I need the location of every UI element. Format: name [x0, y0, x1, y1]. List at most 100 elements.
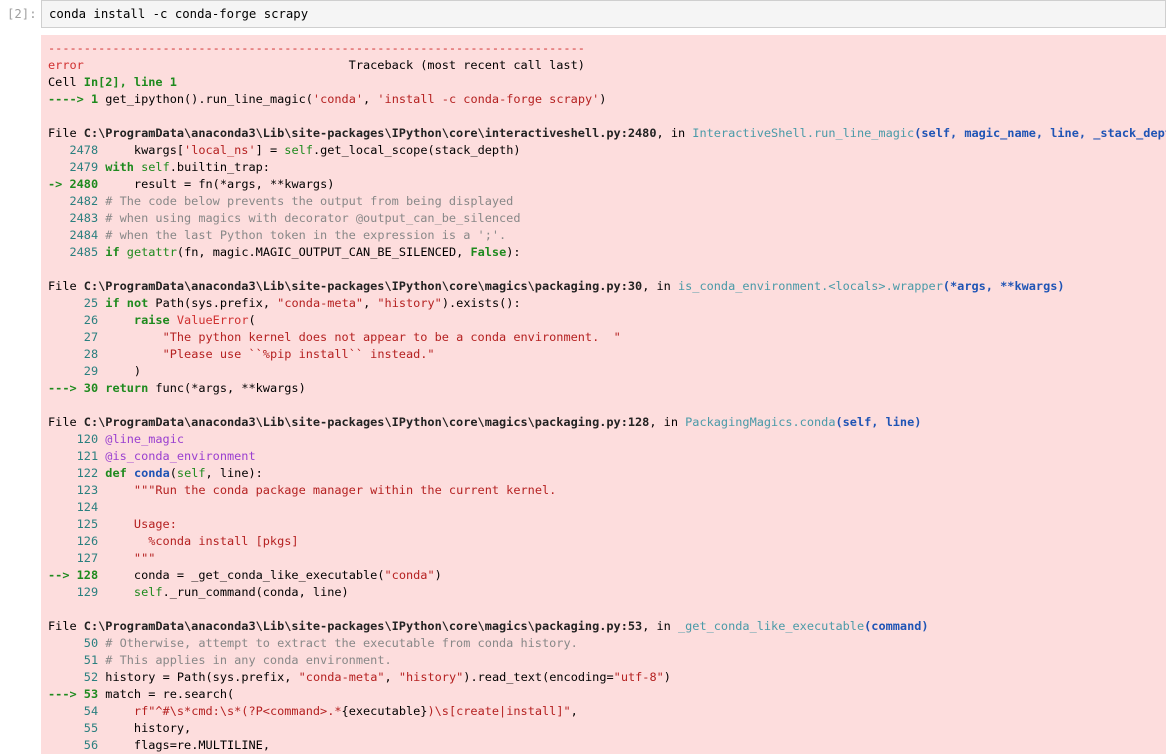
traceback: ----------------------------------------… [48, 40, 1166, 754]
traceback-token [105, 585, 134, 599]
traceback-token: ) [434, 568, 442, 582]
traceback-token: . [162, 585, 170, 599]
traceback-token: (self, line) [835, 415, 922, 429]
traceback-token: ----------------------------------------… [48, 41, 585, 55]
traceback-line: 123 """Run the conda package manager wit… [48, 482, 1166, 499]
traceback-line: ----> 1 get_ipython().run_line_magic('co… [48, 91, 1166, 108]
traceback-token: ( [248, 313, 256, 327]
traceback-token: C:\ProgramData\anaconda3\Lib\site-packag… [83, 619, 643, 633]
traceback-token: File [48, 279, 84, 293]
traceback-token: # Otherwise, attempt to extract the exec… [105, 636, 578, 650]
traceback-token: """ [105, 551, 156, 565]
traceback-token: File [48, 619, 84, 633]
traceback-token: ] [255, 143, 270, 157]
traceback-token [105, 313, 134, 327]
traceback-line: --> 128 conda = _get_conda_like_executab… [48, 567, 1166, 584]
traceback-token: 2479 [48, 160, 106, 174]
traceback-token: Usage: [105, 517, 177, 531]
traceback-token: , [570, 704, 578, 718]
traceback-token: ----> 1 [48, 92, 106, 106]
traceback-token: 55 [48, 721, 106, 735]
traceback-token: def [105, 466, 127, 480]
traceback-token: exists(): [456, 296, 521, 310]
code-input-area[interactable]: conda install -c conda-forge scrapy [41, 0, 1166, 28]
traceback-token: 26 [48, 313, 106, 327]
traceback-token: ValueError [176, 313, 249, 327]
traceback-token: (command) [864, 619, 929, 633]
traceback-line: 120 @line_magic [48, 431, 1166, 448]
traceback-token: C:\ProgramData\anaconda3\Lib\site-packag… [83, 279, 643, 293]
traceback-token: 51 [48, 653, 106, 667]
traceback-token: # This applies in any conda environment. [105, 653, 392, 667]
traceback-token: "Please use ``%pip install`` instead." [162, 347, 435, 361]
traceback-token: "utf-8" [613, 670, 664, 684]
traceback-token: if [105, 245, 120, 259]
traceback-line: 27 "The python kernel does not appear to… [48, 329, 1166, 346]
traceback-line: 2478 kwargs['local_ns'] = self.get_local… [48, 142, 1166, 159]
traceback-token: error [48, 58, 84, 72]
traceback-token: builtin_trap: [176, 160, 270, 174]
traceback-line: 126 %conda install [pkgs] [48, 533, 1166, 550]
traceback-token: Traceback (most recent call last) [83, 58, 585, 72]
traceback-token: kwargs) [284, 177, 335, 191]
traceback-token: 129 [48, 585, 106, 599]
traceback-token: prefix, [241, 670, 299, 684]
traceback-line: 121 @is_conda_environment [48, 448, 1166, 465]
traceback-token: with [105, 160, 134, 174]
traceback-token: (*args, **kwargs) [942, 279, 1065, 293]
traceback-token: _get_conda_like_executable( [184, 568, 385, 582]
traceback-line: 56 flags=re.MULTILINE, [48, 737, 1166, 754]
traceback-token: 28 [48, 347, 106, 361]
traceback-token: args, [227, 177, 270, 191]
traceback-token: 'local_ns' [184, 143, 256, 157]
traceback-token [105, 330, 162, 344]
traceback-token: C:\ProgramData\anaconda3\Lib\site-packag… [83, 126, 657, 140]
traceback-token: 124 [48, 500, 106, 514]
traceback-token: Path(sys [169, 670, 235, 684]
traceback-line [48, 261, 1166, 278]
traceback-token: (fn, magic [176, 245, 249, 259]
traceback-line: 25 if not Path(sys.prefix, "conda-meta",… [48, 295, 1166, 312]
traceback-token: 121 [48, 449, 106, 463]
input-prompt: [2]: [7, 7, 37, 21]
traceback-token: get_ipython() [105, 92, 199, 106]
traceback-token: , [384, 670, 399, 684]
traceback-line: 2479 with self.builtin_trap: [48, 159, 1166, 176]
traceback-line: 2485 if getattr(fn, magic.MAGIC_OUTPUT_C… [48, 244, 1166, 261]
traceback-token: . [176, 687, 185, 701]
traceback-line: File C:\ProgramData\anaconda3\Lib\site-p… [48, 618, 1166, 635]
code-input-text[interactable]: conda install -c conda-forge scrapy [49, 7, 308, 21]
traceback-token: "history" [398, 670, 464, 684]
traceback-token: ** [241, 381, 256, 395]
traceback-token: 54 [48, 704, 106, 718]
traceback-token: kwargs[ [105, 143, 185, 157]
traceback-token: = [169, 738, 177, 752]
traceback-line: 50 # Otherwise, attempt to extract the e… [48, 635, 1166, 652]
traceback-token: "conda-meta" [277, 296, 364, 310]
traceback-token: , in [642, 279, 678, 293]
traceback-token: conda [105, 568, 177, 582]
traceback-line: 125 Usage: [48, 516, 1166, 533]
traceback-token: ) [663, 670, 671, 684]
traceback-token: 52 [48, 670, 106, 684]
traceback-token: ) [599, 92, 607, 106]
traceback-token: history, [105, 721, 192, 735]
traceback-token: ) [441, 296, 449, 310]
traceback-token: 127 [48, 551, 106, 565]
traceback-token: 2483 [48, 211, 106, 225]
traceback-line: 52 history = Path(sys. prefix, "conda-met… [48, 669, 1166, 686]
traceback-token: , in [656, 126, 693, 140]
traceback-token: return [105, 381, 149, 395]
traceback-token: . [470, 670, 478, 684]
traceback-token: C:\ProgramData\anaconda3\Lib\site-packag… [83, 415, 650, 429]
traceback-token: re [155, 687, 177, 701]
traceback-token: PackagingMagics.conda [685, 415, 836, 429]
traceback-token: search( [184, 687, 235, 701]
traceback-token [105, 347, 162, 361]
traceback-line [48, 397, 1166, 414]
traceback-token: self [176, 466, 206, 480]
traceback-token: 125 [48, 517, 106, 531]
traceback-line: 26 raise ValueError( [48, 312, 1166, 329]
traceback-token: 123 [48, 483, 106, 497]
traceback-token [170, 313, 177, 327]
